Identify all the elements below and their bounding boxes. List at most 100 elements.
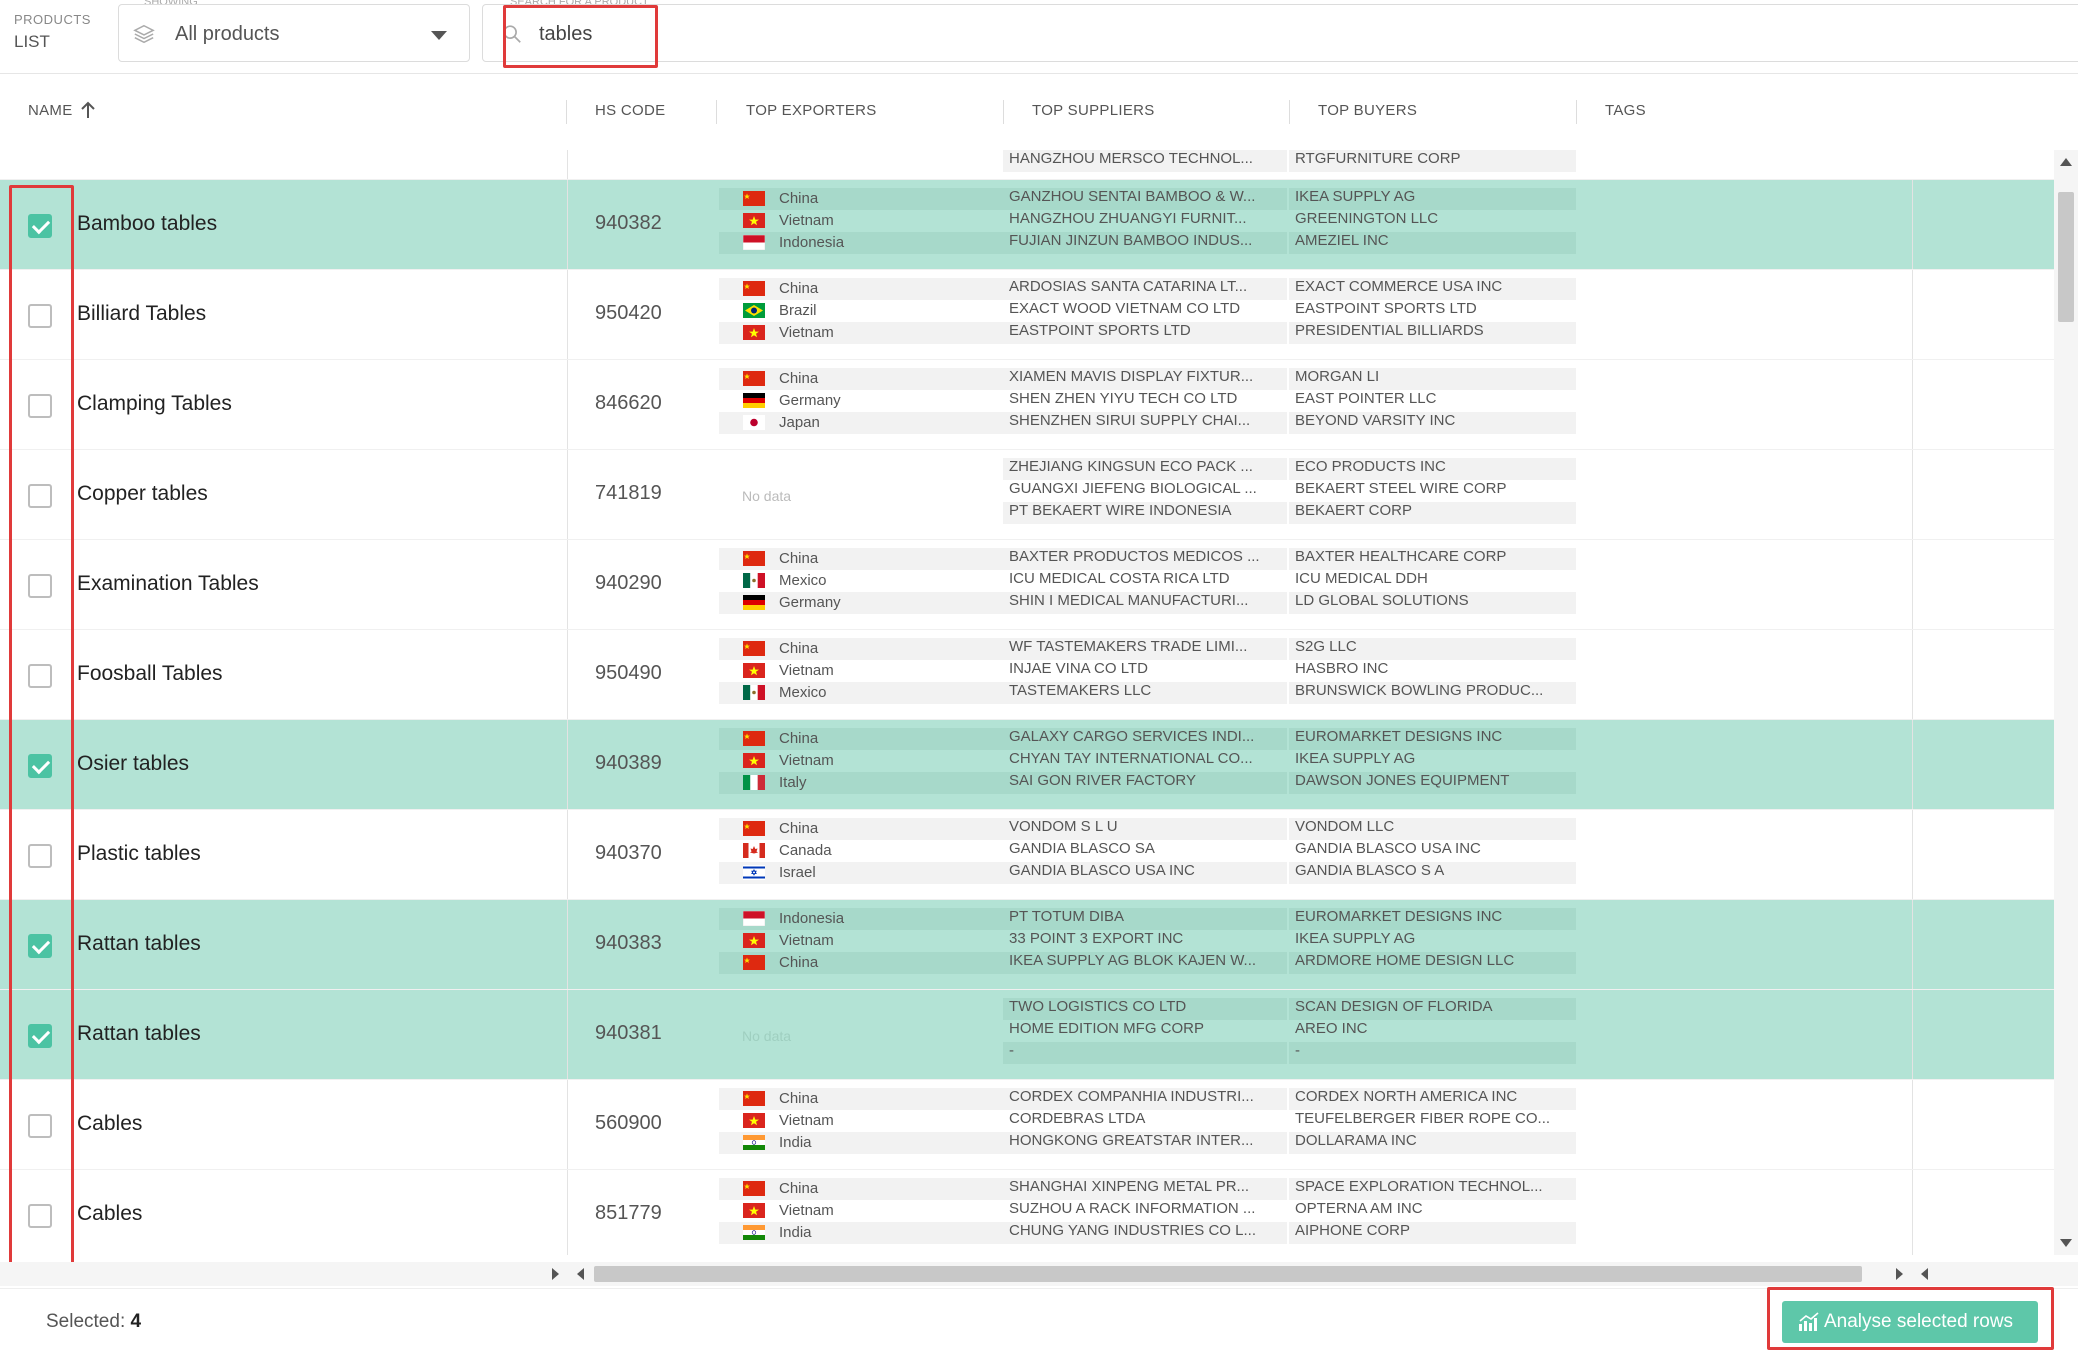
table-row[interactable]: Foosball Tables 950490 China Vietnam Mexico W…: [0, 630, 2054, 720]
row-checkbox[interactable]: [28, 934, 52, 958]
no-data-label: No data: [742, 1028, 792, 1044]
column-header-top-exporters[interactable]: TOP EXPORTERS: [746, 102, 877, 119]
supplier-cell: PT BEKAERT WIRE INDONESIA: [1003, 502, 1287, 524]
exporter-country: China: [779, 1180, 819, 1197]
row-checkbox[interactable]: [28, 394, 52, 418]
column-header-tags[interactable]: TAGS: [1605, 102, 1646, 119]
table-row[interactable]: Clamping Tables 846620 China Germany Japan XI…: [0, 360, 2054, 450]
exporter-country: China: [779, 190, 819, 207]
product-name[interactable]: Examination Tables: [77, 572, 259, 596]
hs-code: 846620: [595, 392, 662, 414]
scroll-left-arrow-icon[interactable]: [577, 1268, 584, 1280]
product-name[interactable]: Copper tables: [77, 482, 208, 506]
supplier-cell: BAXTER PRODUCTOS MEDICOS ...: [1003, 548, 1287, 570]
row-checkbox[interactable]: [28, 1204, 52, 1228]
flag-icon: [743, 821, 765, 836]
table-row[interactable]: Examination Tables 940290 China Mexico Germa…: [0, 540, 2054, 630]
exporter-entry: Vietnam: [719, 322, 1003, 344]
exporter-country: China: [779, 280, 819, 297]
row-checkbox[interactable]: [28, 1114, 52, 1138]
sort-ascending-icon[interactable]: [80, 100, 96, 120]
product-name[interactable]: Plastic tables: [77, 842, 201, 866]
buyer-cell: BRUNSWICK BOWLING PRODUC...: [1289, 682, 1576, 704]
column-header-name[interactable]: NAME: [28, 102, 73, 119]
scroll-up-arrow-icon[interactable]: [2060, 158, 2072, 166]
selected-count-text: Selected: 4: [46, 1311, 141, 1333]
row-checkbox[interactable]: [28, 304, 52, 328]
supplier-cell: CORDEBRAS LTDA: [1009, 1110, 1146, 1127]
column-header-hs-code[interactable]: HS CODE: [595, 102, 665, 119]
product-name[interactable]: Billiard Tables: [77, 302, 206, 326]
buyer-cell: BAXTER HEALTHCARE CORP: [1289, 548, 1576, 570]
product-name[interactable]: Cables: [77, 1112, 142, 1136]
showing-dropdown[interactable]: All products: [118, 4, 470, 62]
row-checkbox[interactable]: [28, 484, 52, 508]
hs-code: 560900: [595, 1112, 662, 1134]
search-input[interactable]: [539, 17, 939, 51]
product-name[interactable]: Rattan tables: [77, 932, 201, 956]
hs-code: 950490: [595, 662, 662, 684]
flag-icon: [743, 933, 765, 948]
column-header-top-buyers[interactable]: TOP BUYERS: [1318, 102, 1417, 119]
table-row[interactable]: Bamboo tables 940382 China Vietnam Indonesia…: [0, 180, 2054, 270]
supplier-cell: GUANGXI JIEFENG BIOLOGICAL ...: [1009, 480, 1257, 497]
search-box: [482, 4, 2078, 62]
buyer-cell: OPTERNA AM INC: [1295, 1200, 1423, 1217]
exporter-entry: Vietnam: [719, 660, 1003, 682]
scroll-right-arrow-icon[interactable]: [1896, 1268, 1903, 1280]
vertical-scroll-thumb[interactable]: [2058, 192, 2074, 322]
scroll-down-arrow-icon[interactable]: [2060, 1239, 2072, 1247]
product-name[interactable]: Cables: [77, 1202, 142, 1226]
table-row[interactable]: Cables 851779 China Vietnam India SHANGHAI XI…: [0, 1170, 2054, 1255]
buyer-cell: AREO INC: [1295, 1020, 1368, 1037]
flag-icon: [743, 551, 765, 566]
buyer-cell: RTGFURNITURE CORP: [1289, 150, 1576, 172]
table-row[interactable]: Billiard Tables 950420 China Brazil Vietnam A…: [0, 270, 2054, 360]
row-checkbox[interactable]: [28, 574, 52, 598]
row-checkbox[interactable]: [28, 754, 52, 778]
row-checkbox[interactable]: [28, 664, 52, 688]
selected-label: Selected:: [46, 1311, 126, 1332]
exporter-entry: China: [719, 1088, 1003, 1110]
row-checkbox[interactable]: [28, 214, 52, 238]
vertical-scrollbar[interactable]: [2054, 150, 2078, 1255]
row-checkbox[interactable]: [28, 844, 52, 868]
table-row[interactable]: Osier tables 940389 China Vietnam Italy GALAX…: [0, 720, 2054, 810]
product-name[interactable]: Clamping Tables: [77, 392, 232, 416]
exporter-country: China: [779, 640, 819, 657]
flag-icon: [743, 865, 765, 880]
supplier-cell: IKEA SUPPLY AG BLOK KAJEN W...: [1003, 952, 1287, 974]
exporter-entry: Vietnam: [719, 1200, 1003, 1222]
exporter-country: Indonesia: [779, 910, 845, 927]
buyer-cell: DOLLARAMA INC: [1289, 1132, 1576, 1154]
scroll-left-arrow-icon[interactable]: [1921, 1268, 1928, 1280]
product-name[interactable]: Rattan tables: [77, 1022, 201, 1046]
flag-icon: [743, 213, 765, 228]
table-row[interactable]: Cables 560900 China Vietnam India CORDEX COMP…: [0, 1080, 2054, 1170]
table-row[interactable]: Copper tables 741819 No data ZHEJIANG KINGS…: [0, 450, 2054, 540]
supplier-cell: SHEN ZHEN YIYU TECH CO LTD: [1009, 390, 1238, 407]
buyer-cell: ARDMORE HOME DESIGN LLC: [1289, 952, 1576, 974]
hs-code: 940370: [595, 842, 662, 864]
exporter-country: Vietnam: [779, 752, 834, 769]
table-row[interactable]: Rattan tables 940381 No data TWO LOGISTICS …: [0, 990, 2054, 1080]
product-name[interactable]: Bamboo tables: [77, 212, 217, 236]
supplier-cell: CHUNG YANG INDUSTRIES CO L...: [1003, 1222, 1287, 1244]
horizontal-scroll-thumb[interactable]: [594, 1266, 1862, 1282]
exporter-country: China: [779, 954, 819, 971]
scroll-right-arrow-icon[interactable]: [552, 1268, 559, 1280]
row-checkbox[interactable]: [28, 1024, 52, 1048]
flag-icon: [743, 641, 765, 656]
analyse-selected-rows-button[interactable]: Analyse selected rows: [1782, 1301, 2038, 1343]
exporter-country: Germany: [779, 594, 841, 611]
exporter-entry: Vietnam: [719, 930, 1003, 952]
product-name[interactable]: Foosball Tables: [77, 662, 223, 686]
product-name[interactable]: Osier tables: [77, 752, 189, 776]
table-row[interactable]: Rattan tables 940383 Indonesia Vietnam China…: [0, 900, 2054, 990]
column-header-top-suppliers[interactable]: TOP SUPPLIERS: [1032, 102, 1155, 119]
supplier-cell: GANDIA BLASCO SA: [1009, 840, 1155, 857]
flag-icon: [743, 663, 765, 678]
horizontal-scrollbar[interactable]: [0, 1262, 2078, 1286]
table-row[interactable]: Plastic tables 940370 China Canada Israel VON…: [0, 810, 2054, 900]
selected-count: 4: [130, 1311, 142, 1332]
